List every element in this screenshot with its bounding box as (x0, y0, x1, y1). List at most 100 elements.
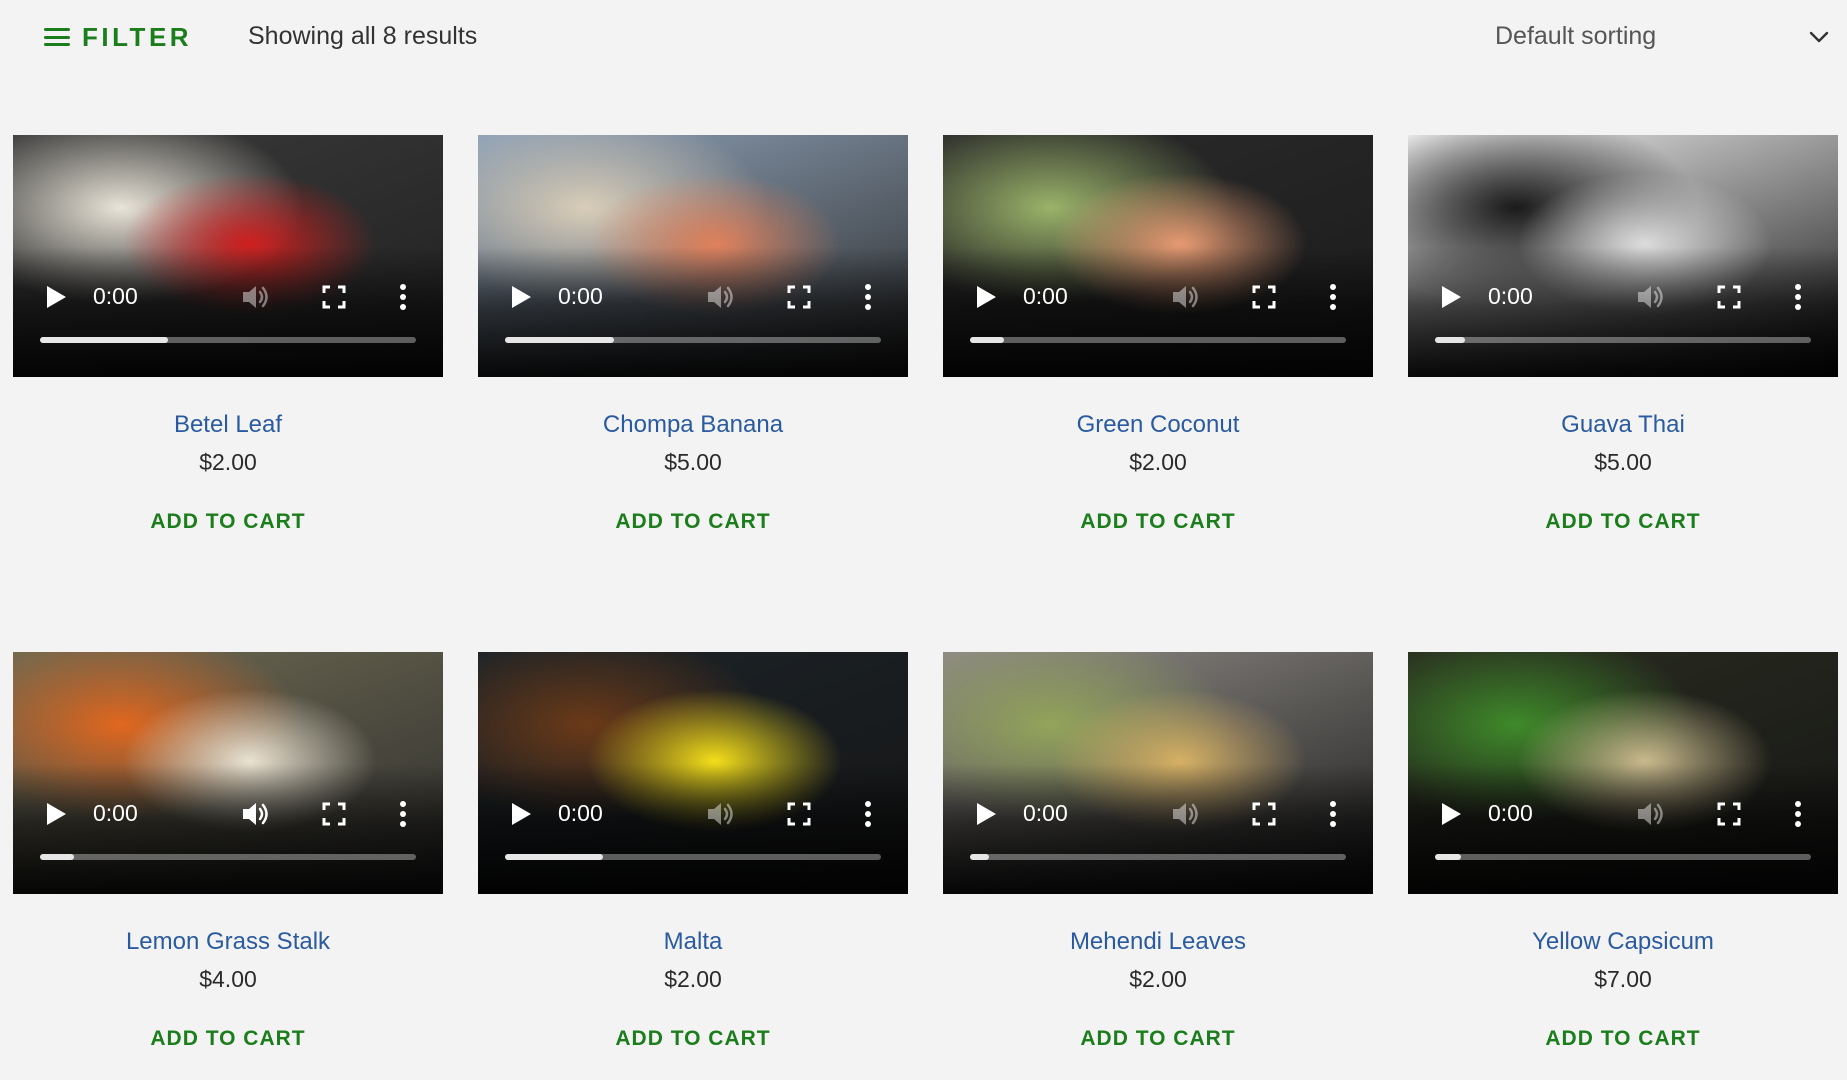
add-to-cart-button[interactable]: ADD TO CART (943, 510, 1373, 534)
add-to-cart-button[interactable]: ADD TO CART (13, 510, 443, 534)
more-vertical-icon[interactable] (399, 283, 407, 311)
more-vertical-icon[interactable] (864, 283, 872, 311)
volume-icon[interactable] (1636, 283, 1666, 311)
volume-icon[interactable] (1636, 800, 1666, 828)
fullscreen-icon[interactable] (1717, 802, 1741, 826)
shop-toolbar: FILTER Showing all 8 results Default sor… (0, 0, 1847, 75)
video-progress-bar[interactable] (505, 854, 881, 860)
play-icon[interactable] (1440, 802, 1462, 826)
product-video[interactable]: 0:00 (1408, 652, 1838, 894)
video-time: 0:00 (1023, 283, 1068, 309)
product-video[interactable]: 0:00 (943, 652, 1373, 894)
video-time: 0:00 (558, 800, 603, 826)
sort-selected-value: Default sorting (1495, 22, 1657, 50)
product-card: 0:00 Chompa Banana $5.00 ADD TO CART (478, 135, 908, 605)
play-icon[interactable] (975, 285, 997, 309)
video-progress-bar[interactable] (505, 337, 881, 343)
product-name-link[interactable]: Lemon Grass Stalk (13, 928, 443, 956)
video-progress-fill (40, 854, 74, 860)
product-video[interactable]: 0:00 (13, 135, 443, 377)
more-vertical-icon[interactable] (1794, 283, 1802, 311)
volume-icon[interactable] (1171, 283, 1201, 311)
product-name-link[interactable]: Betel Leaf (13, 411, 443, 439)
video-progress-fill (505, 854, 603, 860)
more-vertical-icon[interactable] (1794, 800, 1802, 828)
fullscreen-icon[interactable] (787, 802, 811, 826)
add-to-cart-button[interactable]: ADD TO CART (943, 1027, 1373, 1051)
product-video[interactable]: 0:00 (478, 652, 908, 894)
product-name-link[interactable]: Green Coconut (943, 411, 1373, 439)
video-time: 0:00 (93, 283, 138, 309)
more-vertical-icon[interactable] (1329, 283, 1337, 311)
fullscreen-icon[interactable] (787, 285, 811, 309)
video-time: 0:00 (1023, 800, 1068, 826)
fullscreen-icon[interactable] (1252, 285, 1276, 309)
video-progress-fill (1435, 854, 1462, 860)
video-time: 0:00 (1488, 283, 1533, 309)
product-name-link[interactable]: Yellow Capsicum (1408, 928, 1838, 956)
video-time: 0:00 (93, 800, 138, 826)
product-price: $2.00 (199, 449, 257, 475)
video-progress-bar[interactable] (40, 337, 416, 343)
volume-icon[interactable] (706, 800, 736, 828)
play-icon[interactable] (510, 285, 532, 309)
add-to-cart-button[interactable]: ADD TO CART (478, 510, 908, 534)
volume-icon[interactable] (1171, 800, 1201, 828)
product-card: 0:00 Malta $2.00 ADD TO CART (478, 652, 908, 1080)
product-video[interactable]: 0:00 (943, 135, 1373, 377)
play-icon[interactable] (975, 802, 997, 826)
product-name-link[interactable]: Mehendi Leaves (943, 928, 1373, 956)
filter-label: FILTER (82, 21, 193, 52)
video-progress-fill (970, 337, 1004, 343)
product-video[interactable]: 0:00 (13, 652, 443, 894)
add-to-cart-button[interactable]: ADD TO CART (1408, 1027, 1838, 1051)
product-name-link[interactable]: Malta (478, 928, 908, 956)
product-price: $7.00 (1594, 966, 1652, 992)
product-price: $2.00 (1129, 966, 1187, 992)
fullscreen-icon[interactable] (322, 285, 346, 309)
product-card: 0:00 Betel Leaf $2.00 ADD TO CART (13, 135, 443, 605)
add-to-cart-button[interactable]: ADD TO CART (478, 1027, 908, 1051)
product-card: 0:00 Green Coconut $2.00 ADD TO CART (943, 135, 1373, 605)
video-progress-fill (40, 337, 168, 343)
product-price: $4.00 (199, 966, 257, 992)
product-name-link[interactable]: Guava Thai (1408, 411, 1838, 439)
video-progress-fill (1435, 337, 1466, 343)
chevron-down-icon (1809, 31, 1829, 43)
more-vertical-icon[interactable] (1329, 800, 1337, 828)
volume-icon[interactable] (241, 800, 271, 828)
play-icon[interactable] (45, 285, 67, 309)
fullscreen-icon[interactable] (322, 802, 346, 826)
fullscreen-icon[interactable] (1717, 285, 1741, 309)
product-name-link[interactable]: Chompa Banana (478, 411, 908, 439)
product-card: 0:00 Lemon Grass Stalk $4.00 ADD TO CART (13, 652, 443, 1080)
product-video[interactable]: 0:00 (478, 135, 908, 377)
fullscreen-icon[interactable] (1252, 802, 1276, 826)
play-icon[interactable] (510, 802, 532, 826)
play-icon[interactable] (45, 802, 67, 826)
video-progress-bar[interactable] (970, 854, 1346, 860)
result-count: Showing all 8 results (248, 22, 478, 50)
hamburger-menu-icon (44, 28, 70, 46)
video-progress-bar[interactable] (970, 337, 1346, 343)
video-progress-bar[interactable] (1435, 854, 1811, 860)
video-progress-bar[interactable] (40, 854, 416, 860)
filter-button[interactable]: FILTER (44, 22, 192, 52)
video-time: 0:00 (558, 283, 603, 309)
video-progress-fill (505, 337, 615, 343)
more-vertical-icon[interactable] (399, 800, 407, 828)
product-video[interactable]: 0:00 (1408, 135, 1838, 377)
more-vertical-icon[interactable] (864, 800, 872, 828)
product-card: 0:00 Mehendi Leaves $2.00 ADD TO CART (943, 652, 1373, 1080)
product-card: 0:00 Yellow Capsicum $7.00 ADD TO CART (1408, 652, 1838, 1080)
product-card: 0:00 Guava Thai $5.00 ADD TO CART (1408, 135, 1838, 605)
video-progress-bar[interactable] (1435, 337, 1811, 343)
add-to-cart-button[interactable]: ADD TO CART (1408, 510, 1838, 534)
sort-dropdown[interactable]: Default sorting (1480, 14, 1830, 60)
volume-icon[interactable] (706, 283, 736, 311)
add-to-cart-button[interactable]: ADD TO CART (13, 1027, 443, 1051)
product-price: $5.00 (1594, 449, 1652, 475)
volume-icon[interactable] (241, 283, 271, 311)
video-progress-fill (970, 854, 989, 860)
play-icon[interactable] (1440, 285, 1462, 309)
